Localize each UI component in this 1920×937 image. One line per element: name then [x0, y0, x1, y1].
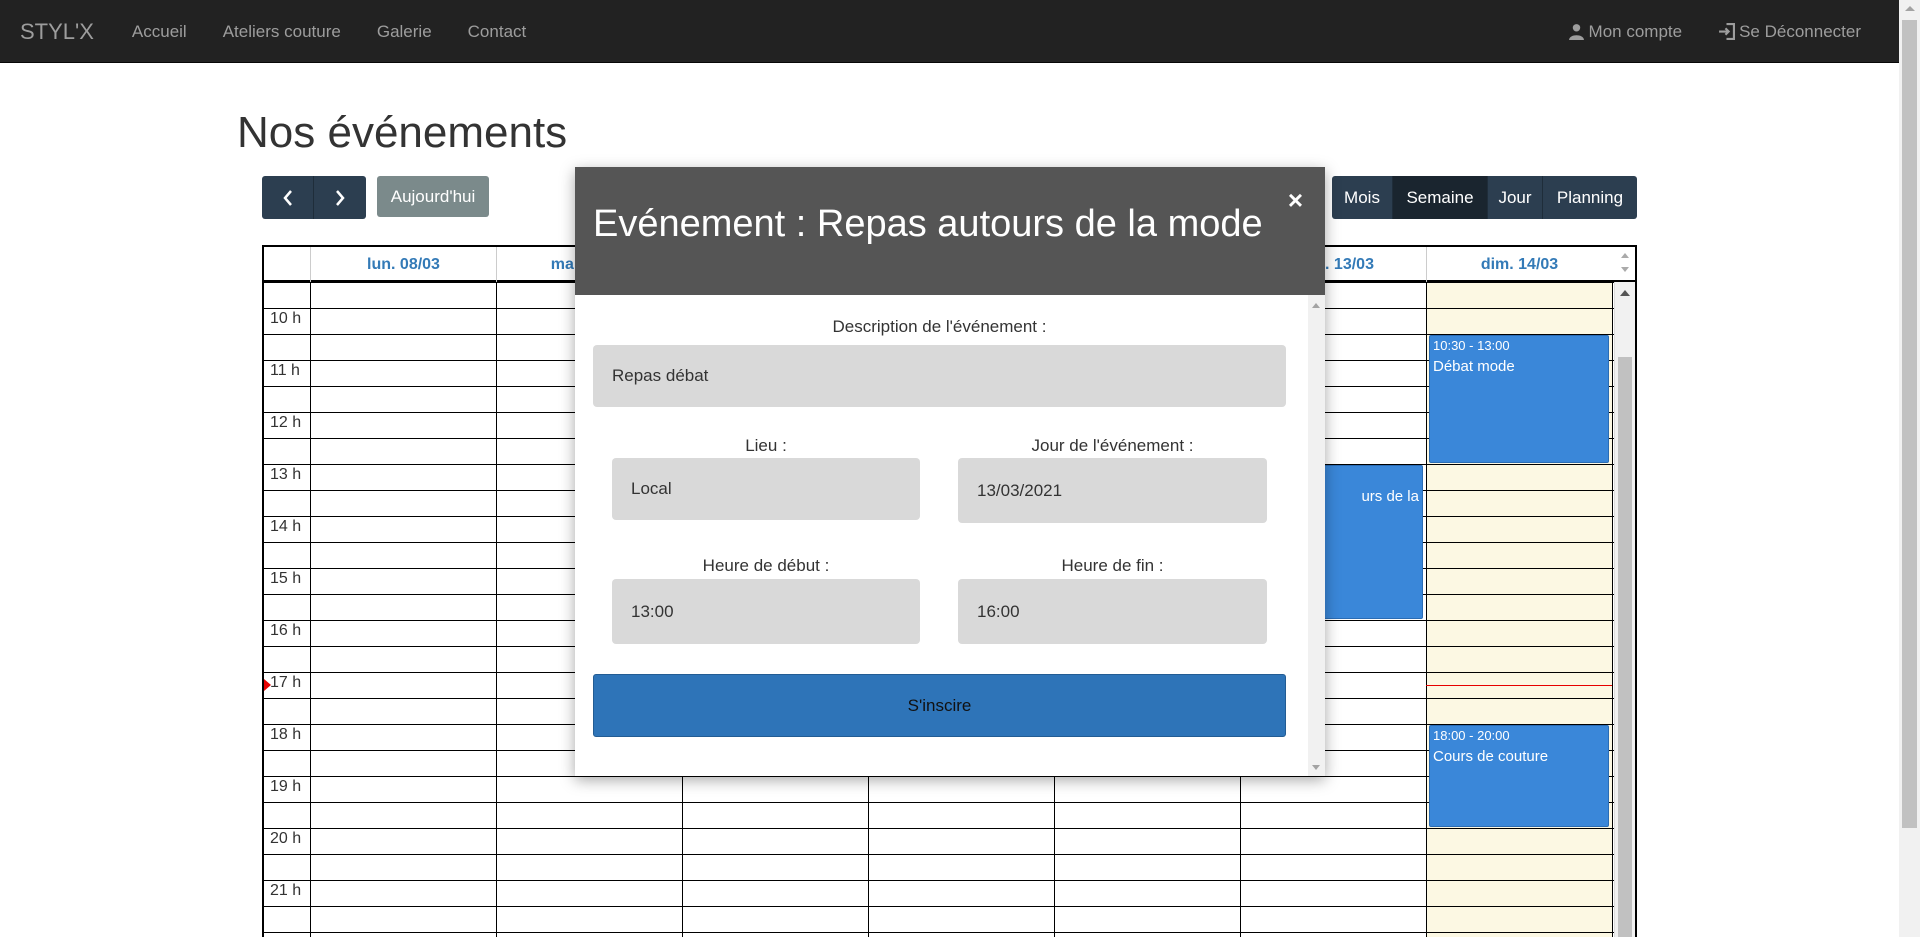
event-title: Débat mode: [1433, 358, 1515, 375]
calendar-scroll-thumb[interactable]: [1618, 357, 1632, 937]
calendar-event[interactable]: 18:00 - 20:00 Cours de couture: [1429, 725, 1609, 827]
hour-label: 20 h: [270, 830, 304, 848]
hour-label: 11 h: [270, 362, 302, 380]
nav-ateliers-couture[interactable]: Ateliers couture: [205, 0, 359, 63]
hour-label: 17 h: [270, 674, 304, 692]
nav-accueil[interactable]: Accueil: [114, 0, 205, 63]
hour-label: 16 h: [270, 622, 304, 640]
day-column-divider: [310, 282, 311, 937]
nav-logout-label: Se Déconnecter: [1739, 22, 1861, 41]
description-label: Description de l'événement :: [832, 317, 1047, 336]
today-button[interactable]: Aujourd'hui: [377, 176, 489, 217]
logout-icon: [1719, 23, 1736, 40]
next-button[interactable]: [314, 176, 366, 219]
hour-label: 13 h: [270, 466, 304, 484]
day-header[interactable]: dim. 14/03: [1426, 247, 1612, 282]
grid-line: [264, 906, 1616, 907]
nav-contact[interactable]: Contact: [450, 0, 545, 63]
view-planning-button[interactable]: Planning: [1543, 176, 1637, 219]
brand-logo[interactable]: STYL'X: [0, 0, 114, 63]
nav-galerie[interactable]: Galerie: [359, 0, 450, 63]
page-scroll-thumb[interactable]: [1902, 20, 1917, 828]
modal-body: Description de l'événement : Repas débat…: [575, 295, 1325, 776]
start-time-label: Heure de début :: [702, 556, 830, 575]
date-field[interactable]: 13/03/2021: [958, 458, 1267, 523]
modal-title: Evénement : Repas autours de la mode: [593, 203, 1263, 245]
top-navbar: STYL'X Accueil Ateliers couture Galerie …: [0, 0, 1899, 63]
prev-button[interactable]: [262, 176, 314, 219]
calendar-scroll-up-icon[interactable]: [1620, 290, 1630, 296]
grid-line: [264, 932, 1616, 933]
hour-label: 15 h: [270, 570, 304, 588]
nav-account[interactable]: Mon compte: [1550, 0, 1701, 63]
calendar-scrollbar[interactable]: [1614, 282, 1635, 937]
view-month-button[interactable]: Mois: [1332, 176, 1393, 219]
header-scroll-up-icon: [1621, 253, 1629, 258]
nav-button-group: [262, 176, 366, 219]
modal-header: Evénement : Repas autours de la mode ×: [575, 167, 1325, 295]
grid-line: [264, 854, 1616, 855]
day-column-divider: [1612, 282, 1613, 937]
now-indicator-arrow: [264, 679, 271, 691]
description-field[interactable]: Repas débat: [593, 345, 1286, 407]
nav-logout[interactable]: Se Déconnecter: [1700, 0, 1899, 63]
grid-line: [264, 880, 1616, 881]
chevron-right-icon: [336, 189, 345, 206]
day-header[interactable]: lun. 08/03: [310, 247, 496, 282]
view-day-button[interactable]: Jour: [1488, 176, 1543, 219]
grid-line: [264, 802, 1616, 803]
view-week-button[interactable]: Semaine: [1393, 176, 1488, 219]
day-column-divider: [496, 282, 497, 937]
event-time: 10:30 - 13:00: [1433, 338, 1510, 353]
event-time: 18:00 - 20:00: [1433, 728, 1510, 743]
hour-label: 18 h: [270, 726, 304, 744]
modal-scrollbar[interactable]: [1308, 295, 1325, 776]
chevron-left-icon: [282, 189, 292, 206]
event-title: Cours de couture: [1433, 748, 1549, 765]
page-scrollbar[interactable]: [1899, 0, 1920, 937]
end-time-field[interactable]: 16:00: [958, 579, 1267, 644]
grid-line: [264, 776, 1616, 777]
hour-label: 14 h: [270, 518, 304, 536]
hour-label: 21 h: [270, 882, 304, 900]
close-icon[interactable]: ×: [1288, 185, 1303, 216]
view-button-group: Mois Semaine Jour Planning: [1332, 176, 1637, 219]
start-time-field[interactable]: 13:00: [612, 579, 920, 644]
hour-label: 19 h: [270, 778, 304, 796]
date-label: Jour de l'événement :: [1031, 436, 1194, 455]
end-time-label: Heure de fin :: [1061, 556, 1164, 575]
now-indicator-line: [1426, 685, 1612, 686]
location-label: Lieu :: [745, 436, 787, 455]
header-scroll-down-icon: [1621, 267, 1629, 272]
event-modal: Evénement : Repas autours de la mode × D…: [575, 167, 1325, 776]
location-field[interactable]: Local: [612, 458, 920, 520]
register-button[interactable]: S'inscire: [593, 674, 1286, 737]
day-column-divider: [1426, 282, 1427, 937]
grid-line: [264, 828, 1616, 829]
hour-label: 10 h: [270, 310, 304, 328]
modal-scroll-down-icon[interactable]: [1312, 765, 1320, 770]
scroll-up-arrow[interactable]: [1905, 6, 1915, 11]
modal-scroll-up-icon[interactable]: [1312, 303, 1320, 308]
user-icon: [1568, 24, 1584, 40]
calendar-event[interactable]: 10:30 - 13:00 Débat mode: [1429, 335, 1609, 463]
nav-account-label: Mon compte: [1588, 22, 1683, 41]
hour-label: 12 h: [270, 414, 304, 432]
page-title: Nos événements: [237, 108, 568, 157]
